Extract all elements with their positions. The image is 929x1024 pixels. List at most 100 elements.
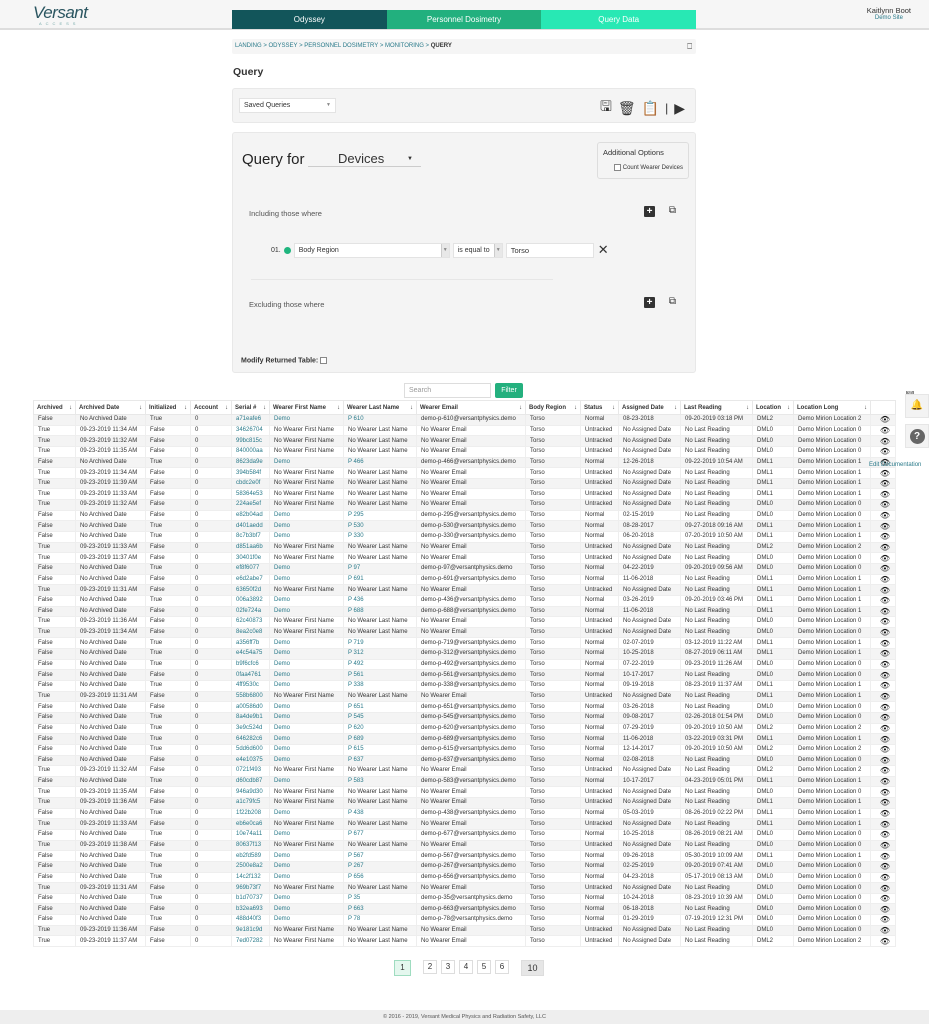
table-row[interactable]: False No Archived Date True 0 8a4de9b1 Demo P …	[33, 711, 896, 724]
table-cell[interactable]: Demo	[269, 775, 344, 788]
view-eye-icon[interactable]: 👁	[870, 531, 896, 543]
table-cell[interactable]: P 97	[343, 562, 417, 575]
view-eye-icon[interactable]: 👁	[870, 467, 896, 479]
table-row[interactable]: False No Archived Date True 0 646282c6 Demo P …	[33, 733, 896, 745]
table-row[interactable]: False No Archived Date True 0 e4c54a75 Demo P …	[33, 648, 896, 660]
table-row[interactable]: False No Archived Date True 0 14c2f132 Demo P …	[33, 871, 896, 884]
column-header[interactable]: Serial # ↓	[231, 400, 270, 415]
table-row[interactable]: False No Archived Date True 0 4ff9530c Demo P …	[33, 680, 896, 692]
sort-icon[interactable]: ↓	[410, 405, 413, 411]
table-cell[interactable]: Demo	[269, 605, 344, 618]
table-row[interactable]: True 09-23-2019 11:36 AM False 0 a1c79fc5 No …	[33, 797, 896, 809]
view-eye-icon[interactable]: 👁	[870, 860, 896, 873]
table-row[interactable]: False No Archived Date False 0 e4e10375 Demo P…	[33, 754, 896, 767]
table-cell[interactable]: e4c54a75	[231, 648, 270, 660]
tab-personnel-dosimetry[interactable]: Personnel Dosimetry	[386, 10, 542, 29]
table-cell[interactable]: eb6e0ca6	[231, 818, 270, 830]
column-header[interactable]: Archived ↓	[33, 400, 76, 415]
table-cell[interactable]: P 295	[343, 509, 417, 522]
table-cell[interactable]: 646282c6	[231, 733, 270, 745]
table-cell[interactable]: 394b584f	[231, 467, 270, 479]
table-cell[interactable]: P 656	[343, 871, 417, 884]
table-cell[interactable]: 58364e53	[231, 488, 270, 501]
table-row[interactable]: True 09-23-2019 11:33 AM False 0 d851aa6b No …	[33, 541, 896, 554]
table-cell[interactable]: 30401f0e	[231, 552, 270, 564]
view-eye-icon[interactable]: 👁	[870, 648, 896, 660]
view-eye-icon[interactable]: 👁	[870, 488, 896, 501]
table-cell[interactable]: P 719	[343, 637, 417, 650]
view-eye-icon[interactable]: 👁	[870, 935, 896, 948]
table-row[interactable]: True 09-23-2019 11:36 AM False 0 62c40873 No …	[33, 616, 896, 628]
view-eye-icon[interactable]: 👁	[870, 733, 896, 745]
table-cell[interactable]: 99bc815c	[231, 435, 270, 447]
table-row[interactable]: True 09-23-2019 11:34 AM False 0 8ea2c0e8 No …	[33, 626, 896, 639]
add-condition-icon[interactable]: +	[644, 206, 655, 217]
table-cell[interactable]: Demo	[269, 722, 344, 735]
table-cell[interactable]: P 338	[343, 680, 417, 692]
view-eye-icon[interactable]: 👁	[870, 711, 896, 724]
table-cell[interactable]: 006a3892	[231, 594, 270, 607]
condition-value-input[interactable]: Torso	[505, 242, 594, 258]
table-cell[interactable]: P 492	[343, 658, 417, 671]
view-eye-icon[interactable]: 👁	[870, 903, 896, 916]
column-header[interactable]: Wearer Email ↓	[416, 400, 526, 415]
table-cell[interactable]: P 545	[343, 711, 417, 724]
table-row[interactable]: True 09-23-2019 11:37 AM False 0 7ed07282 No …	[33, 935, 896, 948]
table-cell[interactable]: 8623da9e	[231, 456, 270, 469]
save-icon[interactable]: 🖫	[600, 96, 612, 120]
column-header[interactable]: Archived Date ↓	[75, 400, 146, 415]
table-cell[interactable]: P 688	[343, 605, 417, 618]
table-cell[interactable]: Demo	[269, 860, 344, 873]
table-row[interactable]: True 09-23-2019 11:38 AM False 0 80637f13 No …	[33, 839, 896, 852]
play-icon[interactable]: ▶	[674, 100, 685, 117]
view-eye-icon[interactable]: 👁	[870, 499, 896, 511]
view-eye-icon[interactable]: 👁	[870, 594, 896, 607]
table-row[interactable]: False No Archived Date True 0 8c7b3bf7 Demo P …	[33, 531, 896, 543]
column-header[interactable]: Status ↓	[580, 400, 619, 415]
table-row[interactable]: True 09-23-2019 11:32 AM False 0 0721f493 No …	[33, 765, 896, 777]
view-eye-icon[interactable]: 👁	[870, 509, 896, 522]
view-eye-icon[interactable]: 👁	[870, 562, 896, 575]
table-cell[interactable]: P 35	[343, 892, 417, 905]
sort-icon[interactable]: ↓	[69, 405, 72, 411]
table-cell[interactable]: P 530	[343, 520, 417, 533]
sort-icon[interactable]: ↓	[184, 405, 187, 411]
table-cell[interactable]: Demo	[269, 701, 344, 713]
table-row[interactable]: False No Archived Date True 0 d60cdb87 Demo P …	[33, 775, 896, 788]
table-cell[interactable]: e6d2abe7	[231, 573, 270, 586]
table-cell[interactable]: Demo	[269, 733, 344, 745]
table-row[interactable]: False No Archived Date False 0 0faa4761 Demo P…	[33, 669, 896, 681]
table-cell[interactable]: Demo	[269, 414, 344, 426]
table-cell[interactable]: P 691	[343, 573, 417, 586]
table-cell[interactable]: 7ed07282	[231, 935, 270, 948]
table-row[interactable]: False No Archived Date False 0 a00586d0 Demo P…	[33, 701, 896, 713]
view-eye-icon[interactable]: 👁	[870, 637, 896, 650]
table-cell[interactable]: Demo	[269, 562, 344, 575]
count-wearer-devices-checkbox[interactable]: Count Wearer Devices	[603, 164, 683, 171]
table-cell[interactable]: P 615	[343, 743, 417, 756]
table-cell[interactable]: Demo	[269, 573, 344, 586]
sort-icon[interactable]: ↓	[263, 405, 266, 411]
table-cell[interactable]: cbdc2e0f	[231, 477, 270, 490]
table-cell[interactable]: d851aa6b	[231, 541, 270, 554]
table-row[interactable]: False No Archived Date False 0 b32ea693 Demo P…	[33, 903, 896, 916]
download-clipboard-icon[interactable]: 📋	[642, 100, 659, 117]
table-row[interactable]: True 09-23-2019 11:37 AM False 0 30401f0e No …	[33, 552, 896, 564]
table-cell[interactable]: Demo	[269, 892, 344, 905]
table-row[interactable]: False No Archived Date False 0 e6d2abe7 Demo P…	[33, 573, 896, 586]
column-header[interactable]: Wearer First Name ↓	[269, 400, 344, 415]
view-eye-icon[interactable]: 👁	[870, 850, 896, 862]
view-eye-icon[interactable]: 👁	[870, 573, 896, 586]
table-cell[interactable]: Demo	[269, 711, 344, 724]
table-cell[interactable]: 946a9d30	[231, 786, 270, 799]
table-cell[interactable]: 8ea2c0e8	[231, 626, 270, 639]
view-eye-icon[interactable]: 👁	[870, 477, 896, 490]
table-row[interactable]: False No Archived Date True 0 1f22b208 Demo P …	[33, 807, 896, 820]
table-cell[interactable]: 02fe724a	[231, 605, 270, 618]
table-row[interactable]: False No Archived Date True 0 eb2fd589 Demo P …	[33, 850, 896, 862]
view-eye-icon[interactable]: 👁	[870, 552, 896, 564]
remove-condition-icon[interactable]: ✕	[598, 242, 609, 258]
column-header[interactable]: Location ↓	[752, 400, 794, 415]
table-row[interactable]: False No Archived Date True 0 3e9c524d Demo P …	[33, 722, 896, 735]
filter-button[interactable]: Filter	[495, 383, 523, 398]
